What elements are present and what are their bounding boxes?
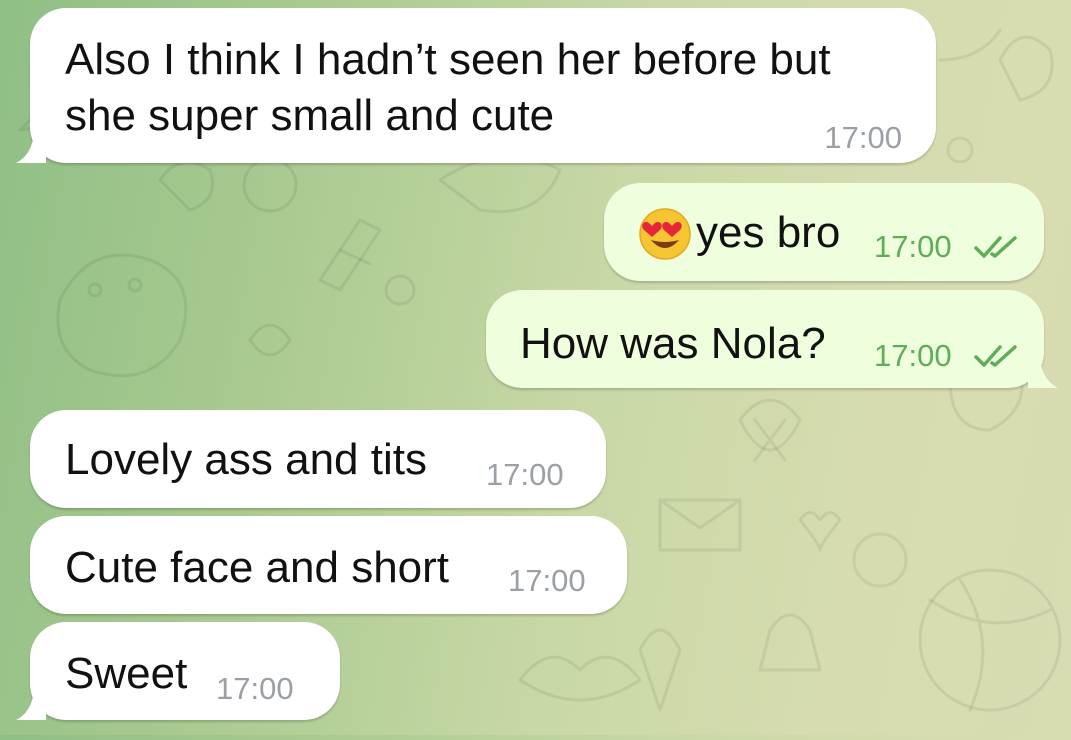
message-text: Lovely ass and tits: [65, 435, 427, 484]
message-bubble-incoming[interactable]: Cute face and short 17:00: [30, 516, 627, 614]
message-text: Cute face and short: [65, 543, 450, 592]
message-bubble-outgoing[interactable]: yes bro 17:00: [604, 183, 1044, 281]
message-text-line: Also I think I hadn’t seen her before bu…: [65, 35, 831, 84]
bubble-tail: [16, 133, 46, 163]
message-text: How was Nola?: [520, 319, 826, 368]
message-timestamp: 17:00: [486, 457, 564, 492]
message-timestamp: 17:00: [216, 671, 294, 706]
message-text: Sweet: [65, 649, 188, 698]
message-timestamp: 17:00: [508, 563, 586, 598]
message-bubble-incoming[interactable]: Sweet 17:00: [16, 622, 340, 720]
message-bubble-outgoing[interactable]: How was Nola? 17:00: [486, 290, 1058, 388]
double-check-read-icon: [974, 236, 1017, 258]
message-text: yes bro: [696, 208, 841, 257]
bubble-tail: [16, 690, 46, 720]
message-bubble-incoming[interactable]: Also I think I hadn’t seen her before bu…: [16, 8, 936, 163]
message-bubble-incoming[interactable]: Lovely ass and tits 17:00: [30, 410, 606, 508]
double-check-read-icon: [974, 345, 1017, 367]
bubble-tail: [1028, 358, 1058, 388]
message-text-line: she super small and cute: [65, 91, 555, 140]
heart-eyes-emoji-icon: [639, 208, 691, 260]
message-timestamp: 17:00: [874, 338, 952, 373]
message-timestamp: 17:00: [874, 229, 952, 264]
message-timestamp: 17:00: [824, 120, 902, 155]
